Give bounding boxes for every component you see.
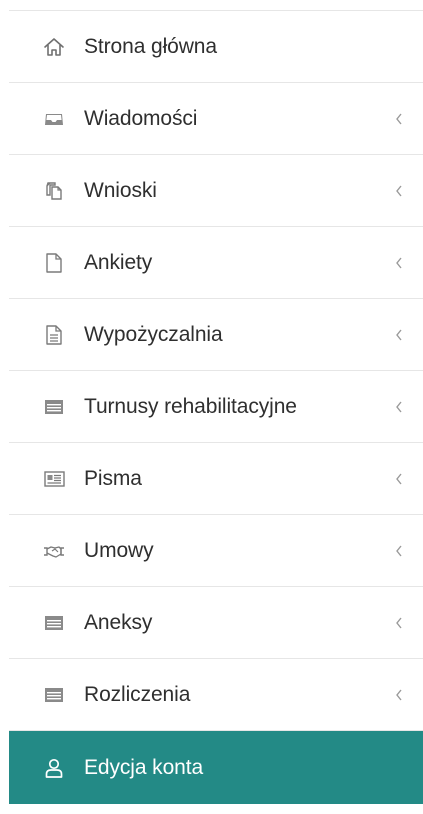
chevron-left-icon — [392, 467, 406, 491]
copy-documents-icon — [42, 179, 66, 203]
home-icon — [42, 35, 66, 59]
chevron-left-icon — [392, 611, 406, 635]
newspaper-icon — [42, 467, 66, 491]
chevron-left-icon — [392, 323, 406, 347]
inbox-icon — [42, 107, 66, 131]
menu-item-label: Ankiety — [84, 250, 153, 274]
menu-item-aneksy[interactable]: Aneksy — [9, 587, 423, 659]
menu-item-label: Rozliczenia — [84, 682, 191, 706]
menu-item-turnusy-rehabilitacyjne[interactable]: Turnusy rehabilitacyjne — [9, 371, 423, 443]
menu-item-wiadomosci[interactable]: Wiadomości — [9, 83, 423, 155]
menu-item-label: Pisma — [84, 466, 142, 490]
menu-item-pisma[interactable]: Pisma — [9, 443, 423, 515]
menu-item-label: Wiadomości — [84, 106, 198, 130]
chevron-left-icon — [392, 683, 406, 707]
menu-list: Strona główna Wiadomości Wnioski Ankiety… — [9, 11, 423, 804]
user-icon — [42, 756, 66, 780]
menu-item-strona-glowna[interactable]: Strona główna — [9, 11, 423, 83]
menu-item-wnioski[interactable]: Wnioski — [9, 155, 423, 227]
handshake-icon — [42, 539, 66, 563]
menu-item-edycja-konta[interactable]: Edycja konta — [9, 731, 423, 804]
menu-item-label: Wypożyczalnia — [84, 322, 223, 346]
menu-item-label: Wnioski — [84, 178, 157, 202]
menu-item-rozliczenia[interactable]: Rozliczenia — [9, 659, 423, 731]
menu-item-wypozyczalnia[interactable]: Wypożyczalnia — [9, 299, 423, 371]
sidebar-menu: Strona główna Wiadomości Wnioski Ankiety… — [0, 0, 423, 814]
chevron-left-icon — [392, 179, 406, 203]
menu-item-umowy[interactable]: Umowy — [9, 515, 423, 587]
list-icon — [42, 683, 66, 707]
menu-item-ankiety[interactable]: Ankiety — [9, 227, 423, 299]
chevron-left-icon — [392, 251, 406, 275]
chevron-left-icon — [392, 539, 406, 563]
chevron-left-icon — [392, 395, 406, 419]
menu-item-label: Umowy — [84, 538, 154, 562]
list-icon — [42, 611, 66, 635]
menu-item-label: Edycja konta — [84, 755, 204, 779]
menu-item-label: Strona główna — [84, 34, 217, 58]
chevron-left-icon — [392, 107, 406, 131]
blank-file-icon — [42, 251, 66, 275]
list-icon — [42, 395, 66, 419]
text-file-icon — [42, 323, 66, 347]
menu-item-label: Aneksy — [84, 610, 153, 634]
menu-item-label: Turnusy rehabilitacyjne — [84, 394, 297, 418]
